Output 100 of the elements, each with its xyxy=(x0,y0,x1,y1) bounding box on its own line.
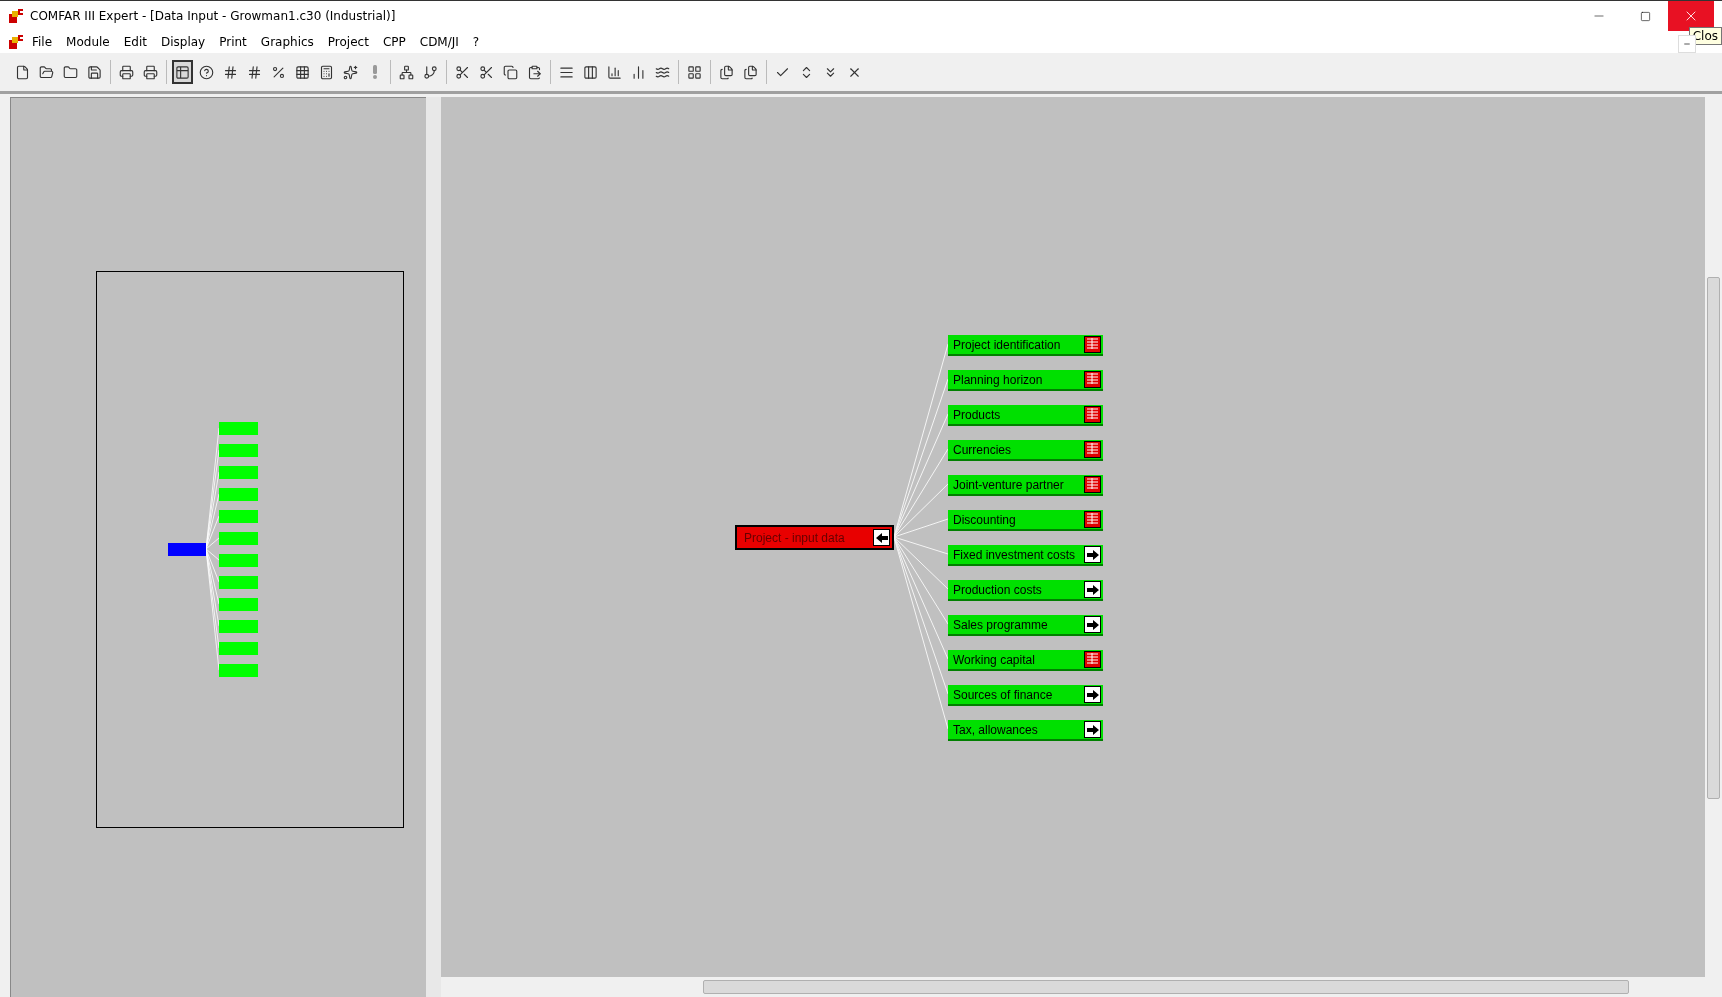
diagram-node[interactable]: Planning horizon xyxy=(948,370,1103,391)
node-label: Project - input data xyxy=(744,530,845,545)
node-label: Planning horizon xyxy=(953,372,1043,387)
paste-icon xyxy=(527,64,542,80)
node-label: Products xyxy=(953,407,1001,422)
grid-icon xyxy=(295,64,310,80)
diagram-node[interactable]: Currencies xyxy=(948,440,1103,461)
open-button[interactable] xyxy=(1084,686,1101,703)
table-button[interactable] xyxy=(1084,336,1101,353)
node-label: Fixed investment costs xyxy=(953,547,1076,562)
window-title: COMFAR III Expert - [Data Input - Growman1.c30 (Industrial)] xyxy=(30,9,396,23)
cut-icon xyxy=(455,64,470,80)
percent-icon xyxy=(271,64,286,80)
menu-item[interactable]: CDM/JI xyxy=(413,33,465,51)
bar-chart-icon xyxy=(607,64,622,80)
columns-icon xyxy=(583,64,598,80)
new-file-icon xyxy=(15,64,30,80)
right-arrow-icon xyxy=(1086,549,1099,560)
menu-item[interactable]: File xyxy=(26,33,59,51)
diagram-node[interactable]: Sales programme xyxy=(948,615,1103,636)
diagram-node[interactable]: Discounting xyxy=(948,510,1103,531)
left-arrow-icon xyxy=(875,532,888,543)
node-label: Sales programme xyxy=(953,617,1048,632)
overview-node-bar xyxy=(219,642,258,655)
open-button[interactable] xyxy=(1084,616,1101,633)
menu-item[interactable]: CPP xyxy=(376,33,412,51)
table-button[interactable] xyxy=(1084,651,1101,668)
diagram-node[interactable]: Sources of finance xyxy=(948,685,1103,706)
overview-node-bar xyxy=(219,444,258,457)
node-label: Joint-venture partner xyxy=(953,477,1064,492)
pages-icon xyxy=(743,64,758,80)
right-arrow-icon xyxy=(1086,724,1099,735)
overview-node-bar xyxy=(219,422,258,435)
diagram-node[interactable]: Production costs xyxy=(948,580,1103,601)
right-arrow-icon xyxy=(1086,689,1099,700)
exclamation-icon xyxy=(372,65,377,79)
diagram-node[interactable]: Joint-venture partner xyxy=(948,475,1103,496)
close-button[interactable] xyxy=(1668,1,1714,31)
help-icon xyxy=(199,64,214,80)
toolbar-button[interactable] xyxy=(172,60,193,84)
diagram-node[interactable]: Working capital xyxy=(948,650,1103,671)
overview-node-bar xyxy=(219,664,258,677)
layout-icon xyxy=(687,64,702,80)
folder-icon xyxy=(63,64,78,80)
hash-icon xyxy=(247,64,262,80)
node-label: Tax, allowances xyxy=(953,722,1038,737)
menu-item[interactable]: Edit xyxy=(117,33,153,51)
node-label: Sources of finance xyxy=(953,687,1053,702)
right-arrow-icon xyxy=(1086,584,1099,595)
save-icon xyxy=(87,64,102,80)
app-logo-icon xyxy=(8,8,24,24)
menu-item[interactable]: Graphics xyxy=(254,33,320,51)
table-button[interactable] xyxy=(1084,476,1101,493)
pages-icon xyxy=(719,64,734,80)
overview-node-bar xyxy=(219,510,258,523)
calculator-icon xyxy=(319,64,334,80)
scrollbar-thumb[interactable] xyxy=(1707,277,1720,799)
chart-icon xyxy=(631,64,646,80)
node-label: Project identification xyxy=(953,337,1061,352)
overview-node-bar xyxy=(219,620,258,633)
document-logo-icon xyxy=(8,34,24,50)
diagram-node[interactable]: Products xyxy=(948,405,1103,426)
overview-node-bar xyxy=(219,466,258,479)
diagram-node[interactable]: Tax, allowances xyxy=(948,720,1103,741)
open-button[interactable] xyxy=(1084,721,1101,738)
back-button[interactable] xyxy=(873,529,890,546)
minimize-icon xyxy=(1683,40,1691,48)
table-button[interactable] xyxy=(1084,511,1101,528)
diagram-node[interactable]: Project identification xyxy=(948,335,1103,356)
menu-item[interactable]: Display xyxy=(155,33,212,51)
restore-icon xyxy=(1639,10,1651,22)
node-label: Working capital xyxy=(953,652,1035,667)
rows-icon xyxy=(559,64,574,80)
overview-node-bar xyxy=(219,532,258,545)
node-label: Production costs xyxy=(953,582,1042,597)
overview-node-bar xyxy=(219,554,258,567)
sparkle-icon xyxy=(343,64,358,80)
open-folder-icon xyxy=(39,64,54,80)
menu-item[interactable]: Print xyxy=(213,33,253,51)
scrollbar-thumb[interactable] xyxy=(703,980,1629,994)
open-button[interactable] xyxy=(1084,546,1101,563)
overview-node-bar xyxy=(219,488,258,501)
diagram-node[interactable]: Fixed investment costs xyxy=(948,545,1103,566)
menu-item[interactable]: Module xyxy=(60,33,116,51)
menu-item[interactable]: Project xyxy=(321,33,375,51)
open-button[interactable] xyxy=(1084,581,1101,598)
copy-icon xyxy=(503,64,518,80)
node-label: Currencies xyxy=(953,442,1012,457)
table-button[interactable] xyxy=(1084,441,1101,458)
overview-node-bar xyxy=(219,598,258,611)
branch-icon xyxy=(423,64,438,80)
print-icon xyxy=(119,64,134,80)
table-button[interactable] xyxy=(1084,406,1101,423)
right-arrow-icon xyxy=(1086,619,1099,630)
table-icon xyxy=(175,64,190,80)
tree-icon xyxy=(399,64,414,80)
overview-node-bar xyxy=(219,576,258,589)
menu-item[interactable]: ? xyxy=(466,33,486,51)
cut-special-icon xyxy=(479,64,494,80)
table-button[interactable] xyxy=(1084,371,1101,388)
